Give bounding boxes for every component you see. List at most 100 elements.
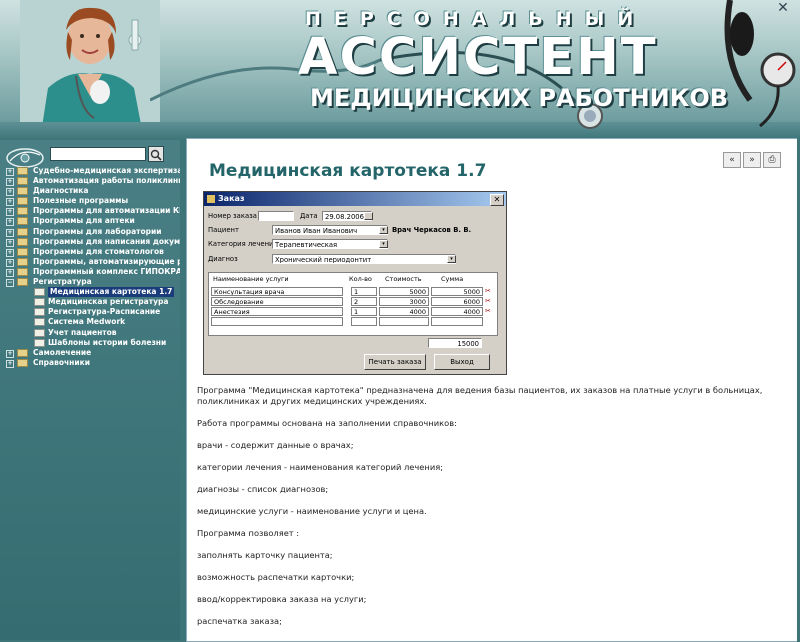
tree-item[interactable]: + Диагностика [2,186,180,197]
tree-item-label: Полезные программы [33,196,129,206]
tree-item[interactable]: + Программы для написания документа [2,237,180,247]
tree-item-label: Программы для стоматологов [33,246,164,256]
column-header: Стоимость [385,275,422,283]
price-cell: 5000 [379,287,429,296]
back-button[interactable]: « [723,152,741,168]
expand-icon[interactable]: + [6,359,14,368]
tree-item[interactable]: + Автоматизация работы поликлиники [2,176,180,187]
tree-item-label: Программы для лаборатории [33,226,162,236]
tree-item-label: Учет пациентов [48,327,117,337]
expand-icon[interactable]: + [6,168,14,176]
document-icon [34,318,45,327]
price-cell: 4000 [379,307,429,316]
column-header: Наименование услуги [213,275,289,283]
tree-item-label: Регистратура-Расписание [48,307,161,317]
folder-icon [17,267,28,276]
folder-icon [17,348,28,357]
tree-subitem[interactable]: Учет пациентов [2,328,180,338]
dropdown-arrow-icon: ▾ [379,240,388,248]
expand-icon[interactable]: + [6,238,14,247]
price-cell: 3000 [379,297,429,306]
tree-item[interactable]: + Программы, автоматизирующие рабо [2,257,180,267]
tree-item[interactable]: + Справочники [2,358,180,368]
tree-item[interactable]: + Программы для аптеки [2,216,180,227]
expand-icon[interactable]: + [6,198,14,207]
window-icon [207,195,215,203]
patient-label: Пациент [208,226,239,234]
tree-item-registry[interactable]: − Регистратура [2,277,180,288]
tree-item[interactable]: + Судебно-медицинская экспертиза [2,166,180,176]
document-icon [34,328,45,337]
tree-item[interactable]: + Полезные программы [2,196,180,207]
total-field: 15000 [428,338,482,348]
sum-cell [431,317,483,326]
description-paragraph: Программа "Медицинская картотека" предна… [197,385,763,406]
folder-icon [17,257,28,266]
patient-field: Иванов Иван Иванович [272,225,388,235]
print-button[interactable]: ⎙ [763,152,781,168]
expand-icon[interactable]: + [6,218,14,227]
exit-button: Выход [434,354,490,370]
order-number-field [258,211,294,221]
nurse-illustration [20,0,160,140]
table-row: Анестезия 1 4000 4000 ✂ [211,307,495,316]
description-paragraph: Работа программы основана на заполнении … [197,418,457,428]
expand-icon[interactable]: + [6,178,14,187]
tree-item-label: Медицинская картотека 1.7 [48,287,175,298]
tree-subitem[interactable]: Шаблоны истории болезни [2,338,180,348]
description-paragraph: возможность распечатки карточки; [197,572,355,582]
tree-item-label: Справочники [33,357,90,367]
search-button[interactable] [148,146,164,162]
tree-item[interactable]: + Программы для стоматологов [2,247,180,257]
collapse-icon[interactable]: − [6,279,14,288]
tree-subitem[interactable]: Система Medwork [2,317,180,327]
tree-item-label: Шаблоны истории болезни [48,337,167,347]
category-field: Терапевтическая [272,239,388,249]
tree-subitem[interactable]: Регистратура-Расписание [2,307,180,317]
search-icon [150,149,162,161]
services-table: Наименование услуги Кол-во Стоимость Сум… [208,272,498,336]
open-folder-icon [17,278,28,287]
tree-item-label: Судебно-медицинская экспертиза [33,166,180,175]
calendar-icon [364,212,373,220]
search-input[interactable] [50,147,146,161]
sum-cell: 6000 [431,297,483,306]
tree-subitem-selected[interactable]: Медицинская картотека 1.7 [2,287,180,298]
page-title: Медицинская картотека 1.7 [209,161,487,181]
document-icon [34,288,45,297]
expand-icon[interactable]: + [6,248,14,257]
sum-cell: 4000 [431,307,483,316]
qty-cell: 1 [351,307,377,316]
tree-item-label: Программы, автоматизирующие рабо [33,256,180,266]
tree-item-label: Программы для автоматизации КВД [33,206,180,216]
category-label: Категория лечения [208,240,278,248]
tree-item[interactable]: + Программы для лаборатории [2,227,180,237]
tonometer-illustration [724,0,796,128]
tree-item-label: Система Medwork [48,317,126,327]
expand-icon[interactable]: + [6,349,14,358]
header-title-line1: ПЕРСОНАЛЬНЫЙ [305,8,647,30]
service-cell [211,317,343,326]
doctor-label: Врач Черкасов В. В. [392,226,472,234]
tree-item[interactable]: + Программы для автоматизации КВД [2,206,180,217]
qty-cell: 1 [351,287,377,296]
dropdown-arrow-icon: ▾ [379,226,388,234]
expand-icon[interactable]: + [6,188,14,197]
tree-item-label: Автоматизация работы поликлиники [33,176,180,186]
dialog-titlebar: Заказ [204,192,506,206]
expand-icon[interactable]: + [6,268,14,277]
close-icon[interactable]: ✕ [772,0,794,16]
tree-subitem[interactable]: Медицинская регистратура [2,297,180,307]
tree-item[interactable]: + Самолечение [2,348,180,358]
expand-icon[interactable]: + [6,258,14,267]
header-title-line2: АССИСТЕНТ [298,28,658,87]
description-paragraph: ввод/корректировка заказа на услуги; [197,594,367,604]
expand-icon[interactable]: + [6,208,14,217]
tree-item[interactable]: + Программный комплекс ГИПОКРАТ [2,267,180,277]
folder-icon [17,247,28,256]
order-dialog-screenshot: Заказ ✕ Номер заказа Дата 29.08.2006 Пац… [203,191,507,375]
expand-icon[interactable]: + [6,228,14,237]
forward-button[interactable]: » [743,152,761,168]
dialog-title: Заказ [218,194,245,203]
description-paragraph: медицинские услуги - наименование услуги… [197,506,427,516]
